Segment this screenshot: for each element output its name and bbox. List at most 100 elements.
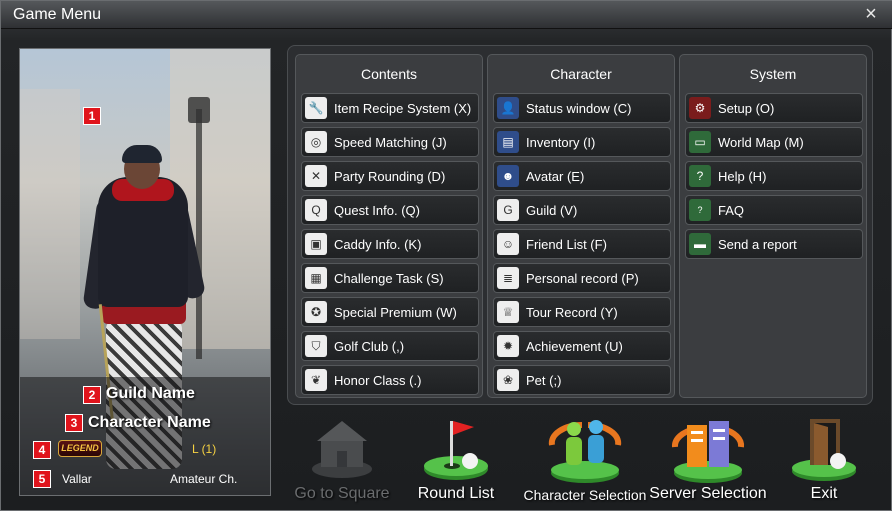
medal-icon: ✹ [497, 335, 519, 357]
faq-icon: ? [689, 199, 711, 221]
window-title: Game Menu [13, 6, 102, 23]
map-icon: ▭ [689, 131, 711, 153]
menu-item-label: Friend List (F) [526, 237, 607, 252]
character-name: Character Name [88, 414, 211, 431]
door-icon [792, 419, 856, 481]
menu-item-friend-list[interactable]: ☺ Friend List (F) [493, 229, 671, 259]
menu-item-item-recipe-system[interactable]: 🔧 Item Recipe System (X) [301, 93, 479, 123]
marker-1: 1 [83, 107, 101, 125]
avatar-icon: ☻ [497, 165, 519, 187]
menu-item-label: Tour Record (Y) [526, 305, 618, 320]
menu-item-achievement[interactable]: ✹ Achievement (U) [493, 331, 671, 361]
menu-item-label: Personal record (P) [526, 271, 639, 286]
system-column: System ⚙ Setup (O) ▭ World Map (M) ? Hel… [679, 54, 867, 398]
marker-3: 3 [65, 414, 83, 432]
character-portrait: 1 2 3 4 5 Guild Name Character Name LEGE… [19, 48, 271, 496]
character-rank: Amateur Ch. [170, 472, 238, 486]
go-to-square-button[interactable]: Go to Square [277, 411, 407, 507]
menu-item-status-window[interactable]: 👤 Status window (C) [493, 93, 671, 123]
menu-item-label: World Map (M) [718, 135, 804, 150]
go-to-square-label: Go to Square [294, 485, 390, 502]
menu-item-setup[interactable]: ⚙ Setup (O) [685, 93, 863, 123]
column-title: Contents [360, 66, 418, 82]
street-lamp-head [188, 97, 210, 123]
menu-item-label: Achievement (U) [526, 339, 623, 354]
monitor-icon: ▬ [689, 233, 711, 255]
guild-name: Guild Name [106, 385, 195, 402]
menu-item-send-report[interactable]: ▬ Send a report [685, 229, 863, 259]
premium-icon: ✪ [305, 301, 327, 323]
exit-button[interactable]: Exit [759, 411, 889, 507]
menu-item-honor-class[interactable]: ❦ Honor Class (.) [301, 365, 479, 395]
menu-item-quest-info[interactable]: Q Quest Info. (Q) [301, 195, 479, 225]
servers-icon [671, 421, 745, 483]
menu-item-label: Help (H) [718, 169, 767, 184]
q-icon: Q [305, 199, 327, 221]
menu-item-label: Quest Info. (Q) [334, 203, 420, 218]
menu-item-challenge-task[interactable]: ▦ Challenge Task (S) [301, 263, 479, 293]
menu-item-tour-record[interactable]: ♕ Tour Record (Y) [493, 297, 671, 327]
column-title: Character [550, 66, 612, 82]
close-icon[interactable]: × [861, 4, 881, 24]
wrench-icon: 🔧 [305, 97, 327, 119]
person-icon: 👤 [497, 97, 519, 119]
character-column: Character 👤 Status window (C) ▤ Inventor… [487, 54, 675, 398]
menu-item-speed-matching[interactable]: ◎ Speed Matching (J) [301, 127, 479, 157]
menu-item-help[interactable]: ? Help (H) [685, 161, 863, 191]
menu-item-label: FAQ [718, 203, 745, 218]
menu-item-label: Setup (O) [718, 101, 775, 116]
menu-item-label: Challenge Task (S) [334, 271, 444, 286]
menu-item-label: Avatar (E) [526, 169, 585, 184]
exit-label: Exit [810, 485, 838, 502]
marker-4: 4 [33, 441, 51, 459]
character-selection-button[interactable]: Character Selection [520, 411, 650, 507]
menu-item-label: Item Recipe System (X) [334, 101, 472, 116]
marker-2: 2 [83, 386, 101, 404]
speech-bubble-icon: ◎ [305, 131, 327, 153]
menu-item-label: Pet (;) [526, 373, 562, 388]
friends-icon: ☺ [497, 233, 519, 255]
street-lamp [196, 109, 202, 359]
menu-item-golf-club[interactable]: ⛉ Golf Club (,) [301, 331, 479, 361]
calendar-icon: ▦ [305, 267, 327, 289]
menu-item-label: Inventory (I) [526, 135, 596, 150]
menu-item-label: Guild (V) [526, 203, 578, 218]
server-selection-button[interactable]: Server Selection [643, 411, 773, 507]
gear-icon: ⚙ [689, 97, 711, 119]
round-list-button[interactable]: Round List [391, 411, 521, 507]
currency-label: Vallar [62, 472, 92, 486]
menu-item-faq[interactable]: ? FAQ [685, 195, 863, 225]
clipboard-icon: ≣ [497, 267, 519, 289]
characters-icon [548, 420, 622, 483]
background-building [20, 89, 80, 339]
menu-item-personal-record[interactable]: ≣ Personal record (P) [493, 263, 671, 293]
question-icon: ? [689, 165, 711, 187]
menu-item-party-rounding[interactable]: ✕ Party Rounding (D) [301, 161, 479, 191]
house-icon [312, 421, 372, 478]
menu-item-avatar[interactable]: ☻ Avatar (E) [493, 161, 671, 191]
title-bar: Game Menu × [1, 1, 892, 29]
character-level: L (1) [192, 442, 217, 456]
game-menu-window: Game Menu × 1 2 3 4 5 Guild Name Charact… [0, 0, 892, 511]
menu-item-label: Status window (C) [526, 101, 632, 116]
portrait-icon: ▣ [305, 233, 327, 255]
trophy-icon: ♕ [497, 301, 519, 323]
menu-item-label: Special Premium (W) [334, 305, 457, 320]
menu-item-pet[interactable]: ❀ Pet (;) [493, 365, 671, 395]
bag-icon: ▤ [497, 131, 519, 153]
menu-item-special-premium[interactable]: ✪ Special Premium (W) [301, 297, 479, 327]
menu-item-label: Party Rounding (D) [334, 169, 446, 184]
legend-badge: LEGEND [58, 440, 102, 457]
menu-item-label: Honor Class (.) [334, 373, 422, 388]
menu-panel: Contents 🔧 Item Recipe System (X) ◎ Spee… [287, 45, 873, 405]
menu-item-guild[interactable]: G Guild (V) [493, 195, 671, 225]
marker-5: 5 [33, 470, 51, 488]
menu-item-label: Speed Matching (J) [334, 135, 447, 150]
column-title: System [749, 66, 797, 82]
character-selection-label: Character Selection [523, 487, 647, 503]
menu-item-world-map[interactable]: ▭ World Map (M) [685, 127, 863, 157]
menu-item-inventory[interactable]: ▤ Inventory (I) [493, 127, 671, 157]
menu-item-caddy-info[interactable]: ▣ Caddy Info. (K) [301, 229, 479, 259]
menu-item-label: Send a report [718, 237, 797, 252]
flag-green-icon [424, 421, 488, 480]
